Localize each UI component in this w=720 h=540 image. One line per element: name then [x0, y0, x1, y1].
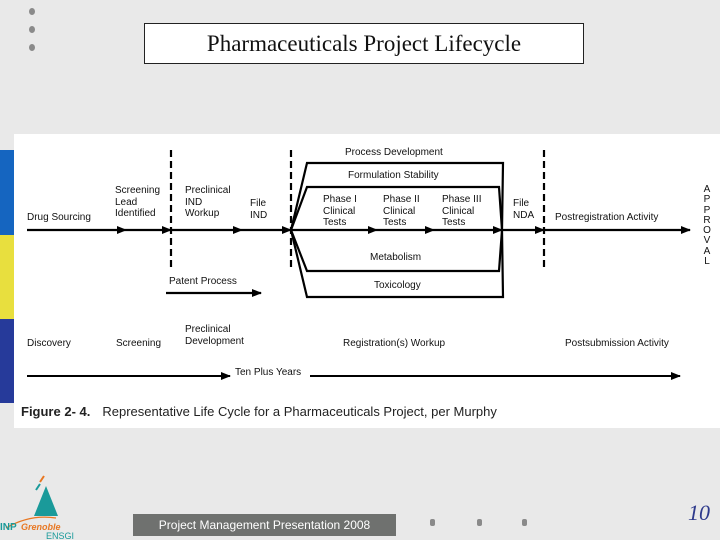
footer-bar: Project Management Presentation 2008 — [133, 514, 396, 536]
logo-inp: INP — [0, 522, 17, 533]
label-formulation-stability: Formulation Stability — [348, 170, 439, 181]
footer-dot-3 — [522, 519, 527, 526]
flow-phase-3: Phase III Clinical Tests — [442, 194, 482, 228]
bullet-1 — [29, 8, 35, 15]
color-bar-navy — [0, 319, 14, 403]
page-number: 10 — [688, 500, 710, 525]
bullet-3 — [29, 44, 35, 51]
timeline-label: Ten Plus Years — [235, 367, 302, 378]
logo-triangle — [34, 486, 58, 516]
bullet-2 — [29, 26, 35, 33]
logo-flame — [39, 475, 45, 483]
inp-grenoble-logo: INP Grenoble ENSGI — [0, 475, 74, 540]
flow-screening-lead: Screening Lead Identified — [115, 185, 161, 219]
approval-label: APPROVAL — [703, 184, 711, 268]
color-bar-blue — [0, 150, 14, 235]
flow-file-nda: File NDA — [513, 198, 535, 221]
caption-number: Figure 2- 4. — [21, 404, 91, 419]
stage-screening: Screening — [116, 338, 162, 349]
flow-phase-1: Phase I Clinical Tests — [323, 194, 357, 228]
flow-drug-sourcing: Drug Sourcing — [27, 212, 91, 223]
flow-preclinical-ind: Preclinical IND Workup — [185, 185, 231, 219]
stage-discovery: Discovery — [27, 338, 71, 349]
lifecycle-figure: Process Development Formulation Stabilit… — [14, 134, 720, 428]
color-bar-yellow — [0, 235, 14, 319]
flow-postregistration: Postregistration Activity — [555, 212, 659, 223]
caption-text: Representative Life Cycle for a Pharmace… — [102, 404, 497, 419]
label-patent-process: Patent Process — [169, 276, 237, 287]
figure-caption: Figure 2- 4. Representative Life Cycle fo… — [21, 404, 497, 419]
footer-dot-1 — [430, 519, 435, 526]
label-toxicology: Toxicology — [374, 280, 421, 291]
stage-preclinical-dev: Preclinical Development — [185, 324, 244, 347]
flow-file-ind: File IND — [250, 198, 268, 221]
logo-ensgi: ENSGI — [46, 531, 74, 540]
footer-text: Project Management Presentation 2008 — [158, 518, 371, 532]
footer-dot-2 — [477, 519, 482, 526]
slide-title: Pharmaceuticals Project Lifecycle — [206, 30, 522, 56]
stage-postsubmission: Postsubmission Activity — [565, 338, 669, 349]
slide-title-box: Pharmaceuticals Project Lifecycle — [144, 23, 584, 64]
label-metabolism: Metabolism — [370, 252, 422, 263]
label-process-development: Process Development — [345, 147, 443, 158]
stage-registration: Registration(s) Workup — [343, 338, 446, 349]
flow-phase-2: Phase II Clinical Tests — [383, 194, 420, 228]
